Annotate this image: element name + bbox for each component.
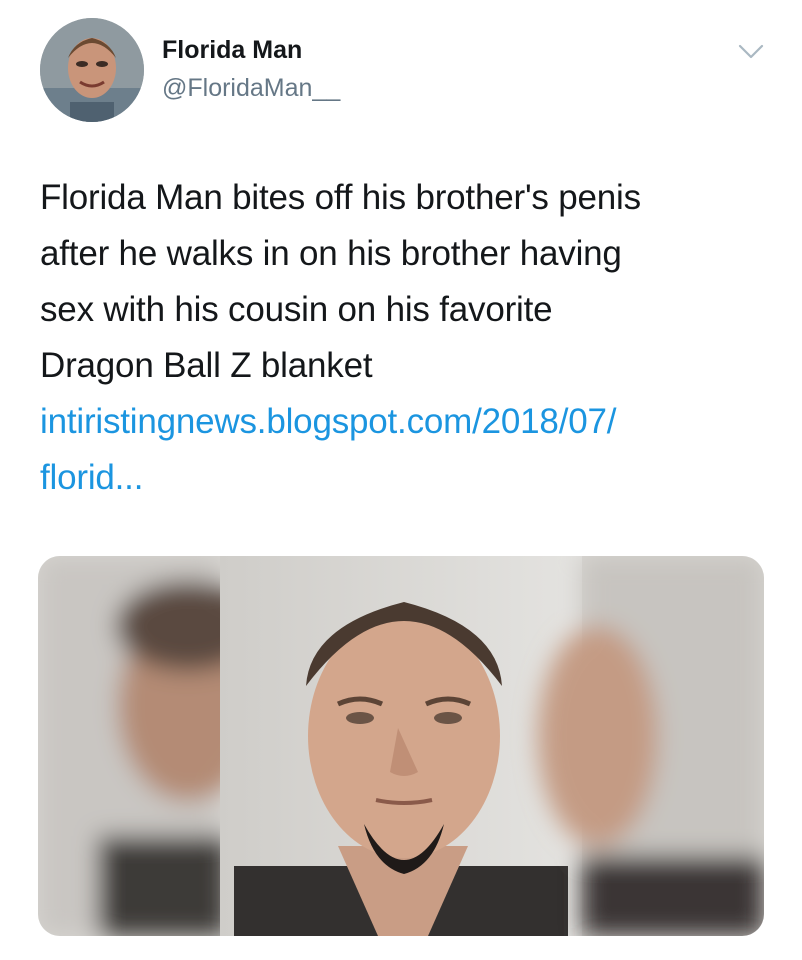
tweet-media-photo[interactable] [38, 556, 764, 936]
tweet-text: Florida Man bites off his brother's peni… [40, 170, 770, 506]
tweet-text-line: Florida Man bites off his brother's peni… [40, 178, 641, 217]
tweet-link[interactable]: intiristingnews.blogspot.com/2018/07/ fl… [40, 394, 770, 506]
avatar[interactable] [40, 18, 144, 122]
author-handle[interactable]: @FloridaMan__ [162, 72, 340, 104]
tweet-text-line: after he walks in on his brother having [40, 234, 622, 273]
tweet-link-line: intiristingnews.blogspot.com/2018/07/ [40, 402, 617, 441]
tweet-text-line: Dragon Ball Z blanket [40, 346, 373, 385]
tweet-link-line: florid... [40, 458, 144, 497]
avatar-image [40, 18, 144, 122]
chevron-down-icon[interactable] [736, 40, 766, 64]
author-info: Florida Man @FloridaMan__ [162, 34, 340, 104]
author-display-name[interactable]: Florida Man [162, 34, 340, 66]
tweet-text-line: sex with his cousin on his favorite [40, 290, 553, 329]
tweet-card: Florida Man @FloridaMan__ Florida Man bi… [0, 0, 802, 960]
mugshot-photo [38, 556, 764, 936]
